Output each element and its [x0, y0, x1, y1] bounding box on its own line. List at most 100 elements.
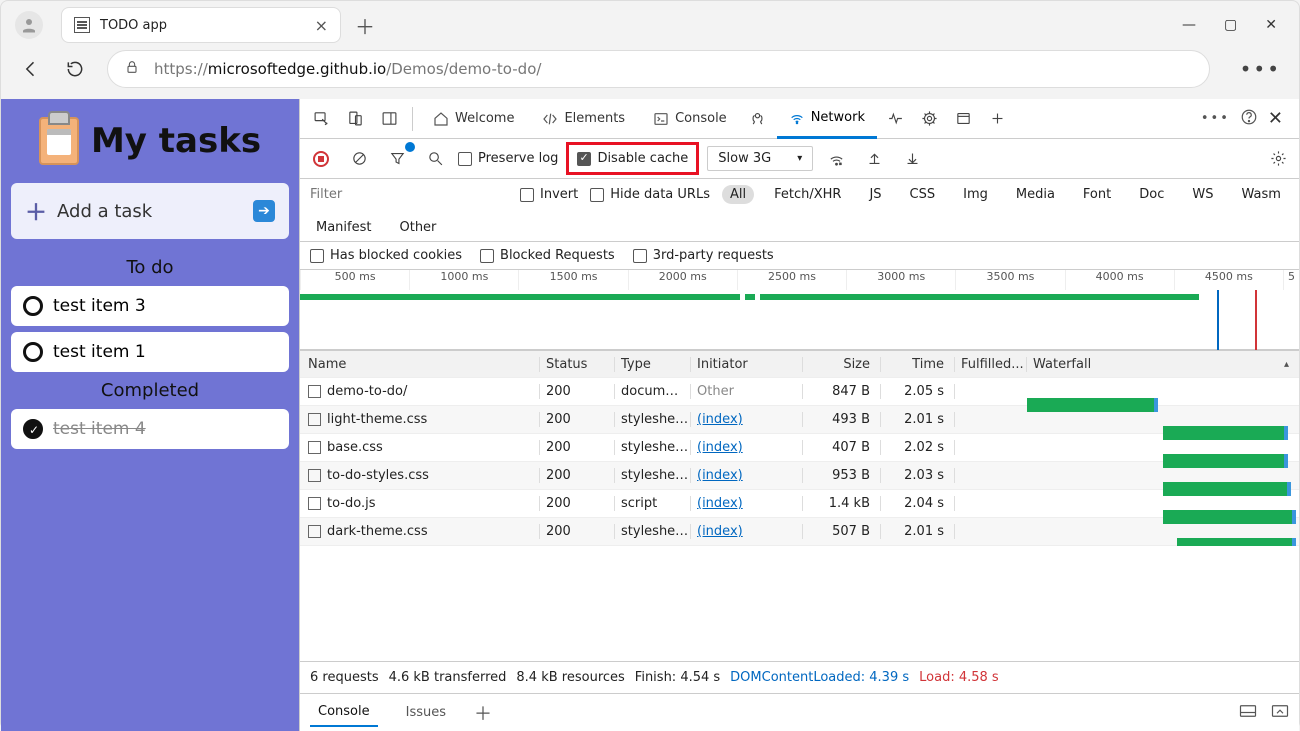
tab-console[interactable]: Console — [641, 99, 739, 139]
application-icon[interactable] — [949, 104, 979, 134]
more-tabs-icon[interactable] — [983, 104, 1013, 134]
devtools-panel: Welcome Elements Console Network ••• ✕ P… — [299, 99, 1299, 731]
checkbox-icon[interactable] — [23, 342, 43, 362]
network-summary: 6 requests 4.6 kB transferred 8.4 kB res… — [300, 661, 1299, 693]
filter-type[interactable]: Doc — [1131, 185, 1172, 204]
filter-type[interactable]: Media — [1008, 185, 1063, 204]
memory-icon[interactable] — [915, 104, 945, 134]
checkbox-checked-icon[interactable] — [23, 419, 43, 439]
filter-type[interactable]: Wasm — [1233, 185, 1288, 204]
network-toolbar: Preserve log Disable cache Slow 3G▾ — [300, 139, 1299, 179]
address-bar: https://microsoftedge.github.io/Demos/de… — [1, 49, 1299, 99]
drawer-dock-icon[interactable] — [1239, 704, 1257, 722]
tab-close-icon[interactable]: × — [315, 16, 328, 35]
close-window-icon[interactable]: ✕ — [1265, 17, 1277, 33]
filter-type[interactable]: Fetch/XHR — [766, 185, 849, 204]
plus-icon: ＋ — [25, 195, 47, 227]
filter-type[interactable]: JS — [861, 185, 889, 204]
refresh-button[interactable] — [63, 57, 87, 81]
devtools-more-icon[interactable]: ••• — [1201, 111, 1230, 126]
help-icon[interactable] — [1240, 108, 1258, 130]
drawer-add-tab-icon[interactable]: ＋ — [474, 700, 492, 726]
import-har-icon[interactable] — [859, 144, 889, 174]
window-controls: — ▢ ✕ — [1182, 17, 1291, 33]
performance-icon[interactable] — [881, 104, 911, 134]
new-tab-button[interactable]: ＋ — [349, 9, 381, 41]
tab-network[interactable]: Network — [777, 99, 877, 139]
add-task-input[interactable]: ＋ Add a task ➔ — [11, 183, 289, 239]
url-text: https://microsoftedge.github.io/Demos/de… — [154, 60, 541, 78]
preserve-log-checkbox[interactable]: Preserve log — [458, 151, 558, 166]
browser-tab[interactable]: TODO app × — [61, 7, 341, 43]
task-item[interactable]: test item 1 — [11, 332, 289, 372]
filter-input[interactable] — [308, 183, 508, 206]
table-row[interactable]: to-do-styles.css200styleshe…(index)953 B… — [300, 462, 1299, 490]
omnibox[interactable]: https://microsoftedge.github.io/Demos/de… — [107, 50, 1210, 88]
invert-checkbox[interactable]: Invert — [520, 187, 578, 202]
close-devtools-icon[interactable]: ✕ — [1268, 108, 1283, 129]
tab-title: TODO app — [100, 18, 305, 33]
tab-welcome[interactable]: Welcome — [421, 99, 526, 139]
filter-type[interactable]: Font — [1075, 185, 1119, 204]
devtools-tabstrip: Welcome Elements Console Network ••• ✕ — [300, 99, 1299, 139]
disable-cache-highlight: Disable cache — [566, 142, 699, 175]
back-button[interactable] — [19, 57, 43, 81]
devtools-drawer: Console Issues ＋ — [300, 693, 1299, 731]
hide-data-urls-checkbox[interactable]: Hide data URLs — [590, 187, 710, 202]
filter-type[interactable]: WS — [1184, 185, 1221, 204]
minimize-icon[interactable]: — — [1182, 17, 1196, 33]
todo-header: My tasks — [11, 117, 289, 165]
filter-type-all[interactable]: All — [722, 185, 754, 204]
titlebar: TODO app × ＋ — ▢ ✕ — [1, 1, 1299, 49]
filter-type[interactable]: CSS — [902, 185, 944, 204]
third-party-checkbox[interactable]: 3rd-party requests — [633, 248, 774, 263]
table-row[interactable]: demo-to-do/200docum…Other847 B2.05 s — [300, 378, 1299, 406]
submit-task-button[interactable]: ➔ — [253, 200, 275, 222]
filter-type[interactable]: Manifest — [308, 218, 379, 237]
network-timeline[interactable]: 500 ms1000 ms1500 ms2000 ms2500 ms3000 m… — [300, 270, 1299, 350]
add-task-label: Add a task — [57, 201, 152, 222]
file-icon — [308, 497, 321, 510]
section-done-label: Completed — [11, 380, 289, 401]
filter-type[interactable]: Other — [391, 218, 444, 237]
filter-type[interactable]: Img — [955, 185, 996, 204]
browser-more-icon[interactable]: ••• — [1240, 57, 1281, 81]
drawer-tab-issues[interactable]: Issues — [398, 699, 454, 726]
network-table-body: demo-to-do/200docum…Other847 B2.05 sligh… — [300, 378, 1299, 546]
file-icon — [308, 413, 321, 426]
inspect-element-icon[interactable] — [306, 104, 336, 134]
maximize-icon[interactable]: ▢ — [1224, 17, 1237, 33]
profile-avatar[interactable] — [15, 11, 43, 39]
network-table-header[interactable]: Name Status Type Initiator Size Time Ful… — [300, 350, 1299, 378]
device-toggle-icon[interactable] — [340, 104, 370, 134]
network-settings-icon[interactable] — [1263, 144, 1293, 174]
filter-toggle-icon[interactable] — [382, 144, 412, 174]
file-icon — [308, 385, 321, 398]
tab-elements[interactable]: Elements — [530, 99, 637, 139]
clear-button[interactable] — [344, 144, 374, 174]
task-item-done[interactable]: test item 4 — [11, 409, 289, 449]
file-icon — [308, 525, 321, 538]
drawer-tab-console[interactable]: Console — [310, 698, 378, 727]
disable-cache-checkbox[interactable]: Disable cache — [577, 151, 688, 166]
drawer-expand-icon[interactable] — [1271, 704, 1289, 722]
export-har-icon[interactable] — [897, 144, 927, 174]
section-todo-label: To do — [11, 257, 289, 278]
record-button[interactable] — [306, 144, 336, 174]
blocked-requests-checkbox[interactable]: Blocked Requests — [480, 248, 615, 263]
network-conditions-icon[interactable] — [821, 144, 851, 174]
todo-title: My tasks — [91, 121, 261, 161]
todo-app: My tasks ＋ Add a task ➔ To do test item … — [1, 99, 299, 731]
blocked-cookies-checkbox[interactable]: Has blocked cookies — [310, 248, 462, 263]
checkbox-icon[interactable] — [23, 296, 43, 316]
dock-side-icon[interactable] — [374, 104, 404, 134]
table-row[interactable]: to-do.js200script(index)1.4 kB2.04 s — [300, 490, 1299, 518]
network-filter-bar-2: Has blocked cookies Blocked Requests 3rd… — [300, 242, 1299, 270]
sources-icon[interactable] — [743, 104, 773, 134]
table-row[interactable]: dark-theme.css200styleshe…(index)507 B2.… — [300, 518, 1299, 546]
lock-icon — [124, 59, 140, 79]
search-icon[interactable] — [420, 144, 450, 174]
throttling-select[interactable]: Slow 3G▾ — [707, 146, 813, 171]
task-item[interactable]: test item 3 — [11, 286, 289, 326]
table-row[interactable]: base.css200styleshe…(index)407 B2.02 s — [300, 434, 1299, 462]
